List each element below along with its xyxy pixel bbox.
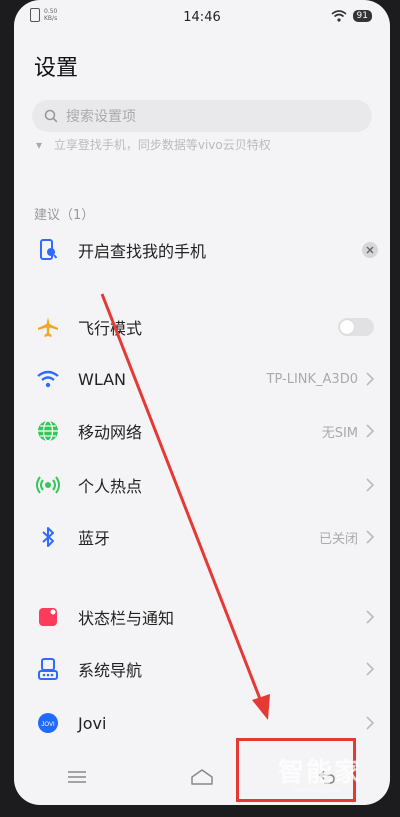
phone-screen: 0.50 KB/s 14:46 91 设置 搜索设置项 ▾ 立享登找手机，同步数… <box>14 0 390 805</box>
mobile-network-icon <box>36 419 60 443</box>
airplane-mode-toggle[interactable] <box>338 318 374 336</box>
setting-system-navigation[interactable]: 系统导航 <box>14 646 390 692</box>
search-icon <box>44 109 58 123</box>
promo-text: 立享登找手机，同步数据等vivo云贝特权 <box>53 138 271 152</box>
setting-wlan[interactable]: WLAN TP-LINK_A3D0 <box>14 356 390 402</box>
hotspot-label: 个人热点 <box>78 477 143 496</box>
mobile-network-value: 无SIM <box>321 425 358 441</box>
cloud-promo-banner[interactable]: ▾ 立享登找手机，同步数据等vivo云贝特权 <box>32 136 362 154</box>
chevron-right-icon <box>366 716 374 730</box>
chevron-right-icon <box>366 424 374 438</box>
chevron-right-icon <box>366 478 374 492</box>
watermark-url: www.znj.com <box>294 786 340 794</box>
chevron-right-icon <box>366 530 374 544</box>
status-bar-label: 状态栏与通知 <box>78 609 175 628</box>
menu-icon <box>67 771 86 783</box>
jovi-icon: JOVI <box>36 711 60 735</box>
close-icon <box>366 246 374 254</box>
page-title: 设置 <box>34 56 79 81</box>
suggestion-find-phone[interactable]: 开启查找我的手机 <box>14 227 390 273</box>
airplane-mode-label: 飞行模式 <box>78 319 143 338</box>
airplane-icon <box>36 315 60 339</box>
system-navigation-icon <box>36 657 60 681</box>
menu-button[interactable] <box>57 757 97 797</box>
setting-mobile-network[interactable]: 移动网络 无SIM <box>14 408 390 454</box>
mobile-network-label: 移动网络 <box>78 423 143 442</box>
jovi-label: Jovi <box>78 713 107 733</box>
svg-text:JOVI: JOVI <box>41 722 55 728</box>
suggestion-label: 开启查找我的手机 <box>78 242 207 261</box>
wlan-value: TP-LINK_A3D0 <box>266 371 358 387</box>
status-bar: 0.50 KB/s 14:46 91 <box>14 6 390 30</box>
watermark-logo: 智能家 <box>278 758 363 788</box>
wlan-label: WLAN <box>78 369 127 389</box>
setting-bluetooth[interactable]: 蓝牙 已关闭 <box>14 514 390 560</box>
battery-indicator: 91 <box>352 10 372 22</box>
promo-bullet-icon: ▾ <box>36 138 43 152</box>
suggestions-header: 建议（1） <box>34 208 95 223</box>
search-bar[interactable]: 搜索设置项 <box>32 100 372 132</box>
wifi-signal-icon <box>331 10 347 22</box>
setting-personal-hotspot[interactable]: 个人热点 <box>14 462 390 508</box>
search-placeholder: 搜索设置项 <box>66 109 136 125</box>
chevron-right-icon <box>366 610 374 624</box>
status-bar-icon <box>36 605 60 629</box>
chevron-right-icon <box>366 372 374 386</box>
find-phone-icon <box>36 238 60 262</box>
system-navigation-label: 系统导航 <box>78 661 143 680</box>
status-right: 91 <box>331 10 372 22</box>
toggle-knob <box>340 320 354 334</box>
setting-status-bar-notifications[interactable]: 状态栏与通知 <box>14 594 390 640</box>
hotspot-icon <box>36 473 60 497</box>
wifi-icon <box>36 367 60 391</box>
home-icon <box>191 769 213 785</box>
bluetooth-label: 蓝牙 <box>78 529 111 548</box>
home-button[interactable] <box>182 757 222 797</box>
setting-airplane-mode[interactable]: 飞行模式 <box>14 304 390 350</box>
dismiss-suggestion-button[interactable] <box>362 242 378 258</box>
bluetooth-value: 已关闭 <box>318 531 358 547</box>
bluetooth-icon <box>36 525 60 549</box>
chevron-right-icon <box>366 662 374 676</box>
